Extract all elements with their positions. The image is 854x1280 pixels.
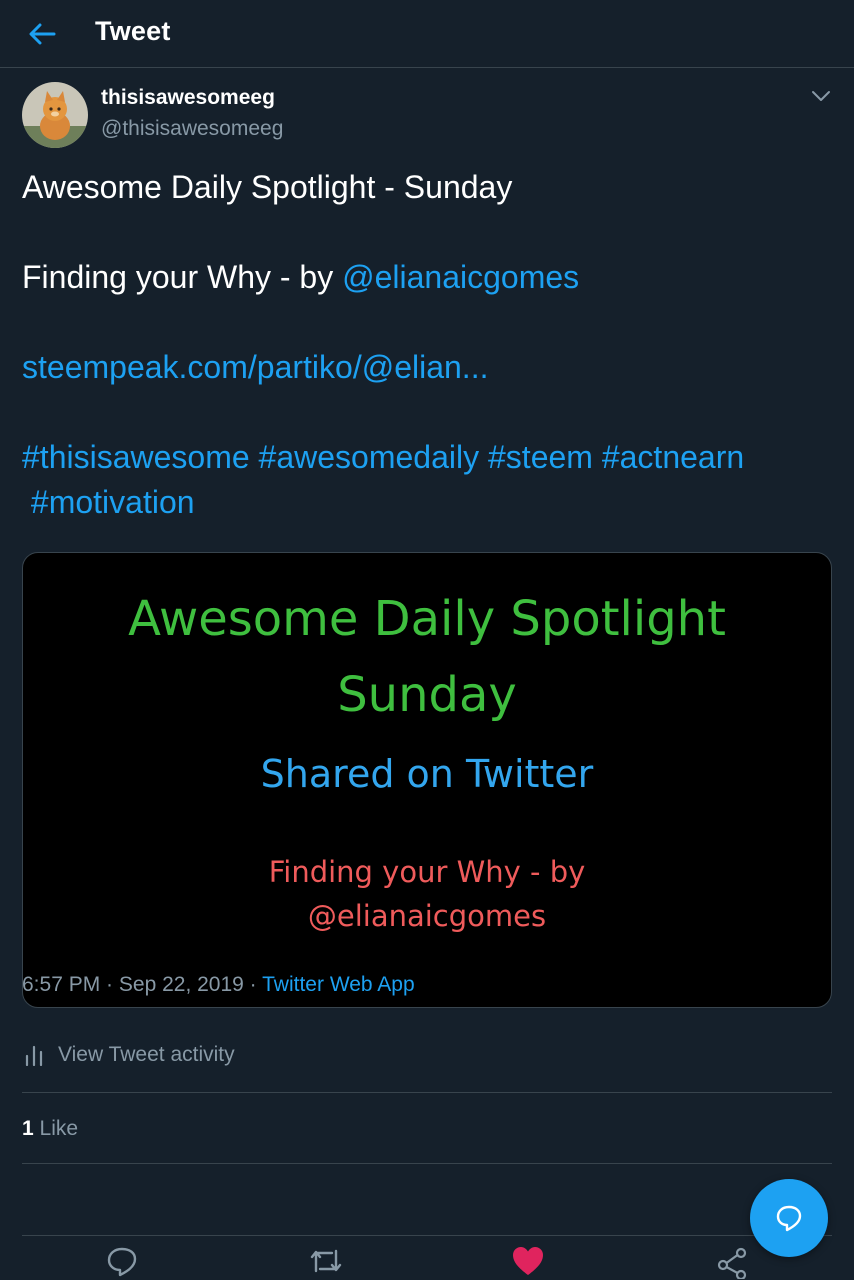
url-link[interactable]: steempeak.com/partiko/@elian... (22, 345, 837, 390)
compose-reply-button[interactable] (750, 1179, 828, 1257)
tweet-actions (0, 1245, 854, 1280)
tweet-timestamp: 6:57 PM · Sep 22, 2019 · Twitter Web App (22, 973, 415, 997)
avatar[interactable] (22, 82, 88, 148)
tweet-source-link[interactable]: Twitter Web App (262, 973, 415, 996)
tweet-text-plain: Finding your Why - by (22, 259, 343, 295)
image-text-line: Finding your Why - by (268, 855, 586, 889)
hashtag-links[interactable]: #thisisawesome #awesomedaily #steem #act… (22, 435, 837, 480)
hashtag-link-motivation[interactable]: #motivation (22, 480, 837, 525)
like-count: 1 (22, 1117, 34, 1140)
like-button[interactable] (508, 1245, 548, 1280)
bar-chart-icon (25, 1045, 43, 1066)
likes-count-link[interactable]: 1 Like (22, 1117, 78, 1141)
divider (22, 1092, 832, 1093)
tweet-text-line: Awesome Daily Spotlight - Sunday (22, 169, 513, 205)
retweet-button[interactable] (306, 1245, 346, 1280)
arrow-left-icon (29, 23, 56, 45)
chevron-down-icon (812, 91, 830, 101)
tweet-text: Awesome Daily Spotlight - Sunday Finding… (22, 165, 837, 525)
meta-separator: · (243, 973, 263, 996)
image-text-line: Awesome Daily Spotlight (128, 591, 726, 647)
tweet-menu-button[interactable] (806, 81, 836, 111)
view-tweet-activity-button[interactable]: View Tweet activity (22, 1043, 235, 1067)
page-title: Tweet (95, 16, 171, 46)
share-icon (717, 1247, 747, 1279)
tweet-date[interactable]: Sep 22, 2019 (119, 973, 244, 996)
image-text-line: Shared on Twitter (260, 752, 594, 796)
heart-filled-icon (513, 1247, 543, 1275)
tweet-text-line: Finding your Why - by @elianaicgomes (22, 255, 837, 300)
share-button[interactable] (712, 1245, 752, 1280)
tweet-time[interactable]: 6:57 PM (22, 973, 100, 996)
reply-button[interactable] (102, 1245, 142, 1280)
like-label: Like (33, 1117, 79, 1140)
author-handle[interactable]: @thisisawesomeeg (101, 117, 283, 141)
back-button[interactable] (22, 17, 62, 51)
mention-link[interactable]: @elianaicgomes (342, 259, 579, 295)
divider (22, 1163, 832, 1164)
speech-bubble-icon (776, 1205, 802, 1232)
retweet-icon (310, 1249, 342, 1273)
activity-label: View Tweet activity (58, 1043, 235, 1066)
reply-icon (107, 1247, 137, 1277)
tweet-image[interactable]: Awesome Daily Spotlight Sunday Shared on… (22, 552, 832, 1008)
divider (22, 1235, 832, 1236)
image-text-line: Sunday (337, 667, 517, 723)
image-text-line: @elianaicgomes (307, 899, 547, 933)
top-bar: Tweet (0, 0, 854, 68)
author-name[interactable]: thisisawesomeeg (101, 86, 275, 110)
meta-separator: · (100, 973, 119, 996)
